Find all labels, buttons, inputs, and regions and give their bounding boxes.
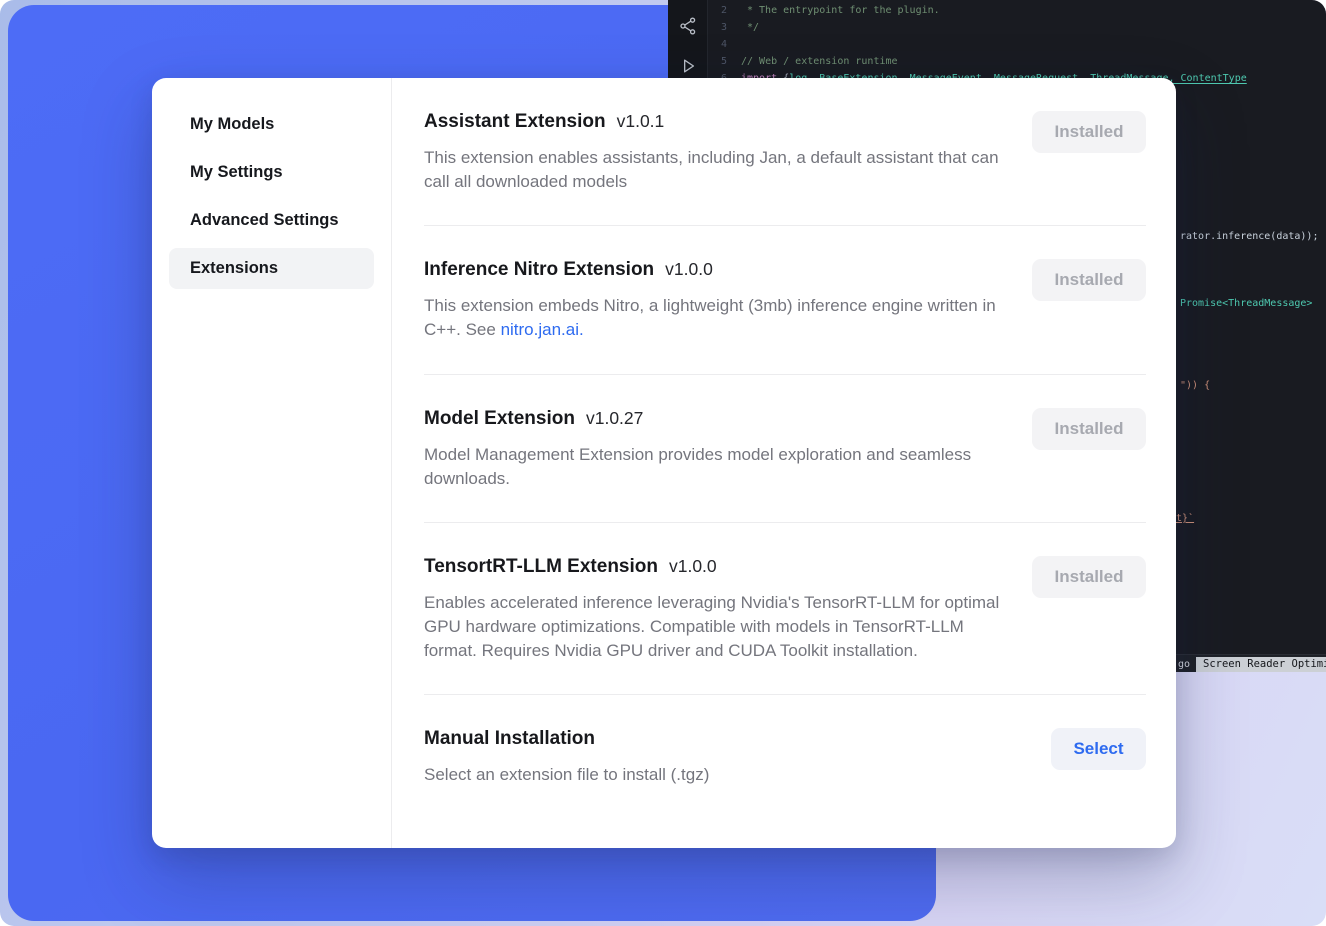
- code-line: 4: [708, 36, 1326, 53]
- installed-button[interactable]: Installed: [1032, 408, 1146, 450]
- extension-description: This extension enables assistants, inclu…: [424, 146, 1002, 194]
- line-number: 5: [708, 56, 741, 67]
- installed-button[interactable]: Installed: [1032, 111, 1146, 153]
- extension-version: v1.0.1: [617, 111, 665, 132]
- settings-sidebar: My Models My Settings Advanced Settings …: [152, 78, 392, 848]
- extension-version: v1.0.0: [665, 259, 713, 280]
- status-text: go: [1178, 659, 1190, 670]
- extension-description: Model Management Extension provides mode…: [424, 443, 1002, 491]
- installed-button[interactable]: Installed: [1032, 259, 1146, 301]
- code-line: 2 * The entrypoint for the plugin.: [708, 2, 1326, 19]
- share-icon[interactable]: [678, 16, 698, 36]
- manual-installation-title: Manual Installation: [424, 728, 595, 750]
- line-number: 3: [708, 22, 741, 33]
- code-fragment: Promise<ThreadMessage>: [1180, 298, 1312, 309]
- sidebar-item-my-settings[interactable]: My Settings: [169, 152, 374, 193]
- manual-installation-description: Select an extension file to install (.tg…: [424, 763, 709, 787]
- select-file-button[interactable]: Select: [1051, 728, 1146, 770]
- code-fragment: t}`: [1176, 513, 1194, 524]
- manual-installation-row: Manual Installation Select an extension …: [424, 695, 1146, 787]
- extensions-panel: Assistant Extension v1.0.1 This extensio…: [392, 78, 1176, 848]
- extension-version: v1.0.27: [586, 408, 643, 429]
- extension-row-tensorrt-llm: TensortRT-LLM Extension v1.0.0 Enables a…: [424, 523, 1146, 695]
- extension-title: TensortRT-LLM Extension: [424, 556, 658, 578]
- settings-modal: My Models My Settings Advanced Settings …: [152, 78, 1176, 848]
- nitro-jan-ai-link[interactable]: nitro.jan.ai.: [501, 320, 584, 339]
- sidebar-item-my-models[interactable]: My Models: [169, 104, 374, 145]
- run-debug-icon[interactable]: [678, 56, 698, 76]
- marketing-canvas: 2 * The entrypoint for the plugin. 3 */ …: [0, 0, 1326, 926]
- extension-row-inference-nitro: Inference Nitro Extension v1.0.0 This ex…: [424, 226, 1146, 374]
- code-comment: // Web / extension runtime: [741, 56, 898, 67]
- installed-button[interactable]: Installed: [1032, 556, 1146, 598]
- extension-row-assistant: Assistant Extension v1.0.1 This extensio…: [424, 78, 1146, 226]
- extension-title: Inference Nitro Extension: [424, 259, 654, 281]
- line-number: 4: [708, 39, 741, 50]
- extension-title: Model Extension: [424, 408, 575, 430]
- code-comment: */: [741, 22, 759, 33]
- extension-title: Assistant Extension: [424, 111, 606, 133]
- code-comment: * The entrypoint for the plugin.: [741, 5, 940, 16]
- line-number: 2: [708, 5, 741, 16]
- sidebar-item-advanced-settings[interactable]: Advanced Settings: [169, 200, 374, 241]
- code-line: 3 */: [708, 19, 1326, 36]
- code-fragment: rator.inference(data));: [1180, 231, 1318, 242]
- extension-description: Enables accelerated inference leveraging…: [424, 591, 1002, 663]
- sidebar-item-extensions[interactable]: Extensions: [169, 248, 374, 289]
- screen-reader-optimize-badge[interactable]: Screen Reader Optimize: [1196, 657, 1326, 672]
- extension-row-model: Model Extension v1.0.27 Model Management…: [424, 375, 1146, 523]
- code-fragment: ")) {: [1180, 380, 1210, 391]
- extension-version: v1.0.0: [669, 556, 717, 577]
- code-lines: 2 * The entrypoint for the plugin. 3 */ …: [708, 2, 1326, 87]
- code-line: 5 // Web / extension runtime: [708, 53, 1326, 70]
- extension-description: This extension embeds Nitro, a lightweig…: [424, 294, 1002, 342]
